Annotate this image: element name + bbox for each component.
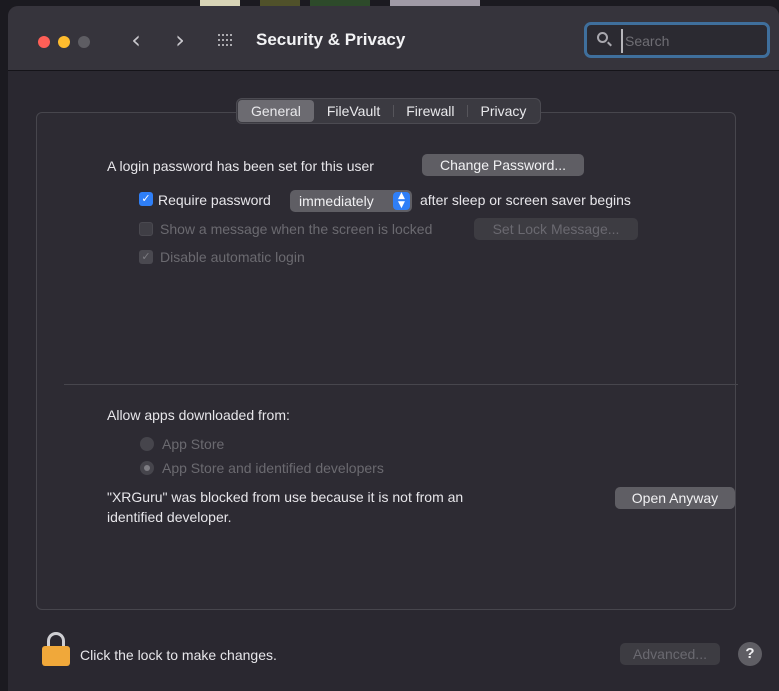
chevron-right-icon[interactable]: ›: [168, 28, 192, 54]
search-field[interactable]: [584, 22, 770, 58]
search-input[interactable]: [621, 29, 767, 53]
after-sleep-text: after sleep or screen saver begins: [420, 192, 631, 208]
require-password-select[interactable]: immediately ▲ ▼: [290, 190, 412, 212]
show-message-label: Show a message when the screen is locked: [160, 221, 433, 237]
require-password-label: Require password: [158, 192, 271, 208]
blocked-message-line1: "XRGuru" was blocked from use because it…: [107, 489, 464, 505]
help-icon[interactable]: ?: [738, 642, 762, 666]
open-anyway-button[interactable]: Open Anyway: [615, 487, 735, 509]
tab-firewall[interactable]: Firewall: [393, 100, 467, 122]
select-value: immediately: [299, 193, 374, 209]
radio-app-store[interactable]: [140, 437, 154, 451]
section-divider: [64, 384, 738, 385]
security-privacy-window: ‹ › Security & Privacy General FileVault…: [8, 6, 779, 691]
lock-icon[interactable]: [42, 632, 70, 666]
login-password-text: A login password has been set for this u…: [107, 158, 374, 174]
close-button[interactable]: [38, 36, 50, 48]
window-title: Security & Privacy: [256, 30, 406, 49]
require-password-checkbox[interactable]: ✓: [139, 192, 153, 206]
zoom-button[interactable]: [78, 36, 90, 48]
set-lock-message-button[interactable]: Set Lock Message...: [474, 218, 638, 240]
chevron-updown-icon: ▲ ▼: [393, 192, 410, 210]
change-password-button[interactable]: Change Password...: [422, 154, 584, 176]
tab-bar: General FileVault Firewall Privacy: [236, 98, 542, 124]
show-message-checkbox[interactable]: [139, 222, 153, 236]
chevron-left-icon[interactable]: ‹: [124, 28, 148, 54]
tab-privacy[interactable]: Privacy: [467, 100, 539, 122]
advanced-button[interactable]: Advanced...: [620, 643, 720, 665]
grid-icon[interactable]: [218, 34, 234, 48]
radio-identified-developers-label: App Store and identified developers: [162, 460, 384, 476]
search-icon: [597, 32, 608, 43]
allow-apps-heading: Allow apps downloaded from:: [107, 407, 290, 423]
tab-general[interactable]: General: [238, 100, 314, 122]
minimize-button[interactable]: [58, 36, 70, 48]
tab-filevault[interactable]: FileVault: [314, 100, 393, 122]
title-bar: ‹ › Security & Privacy: [8, 6, 779, 71]
lock-text: Click the lock to make changes.: [80, 647, 277, 663]
radio-app-store-label: App Store: [162, 436, 225, 452]
disable-auto-login-label: Disable automatic login: [160, 249, 305, 265]
blocked-message-line2: identified developer.: [107, 509, 232, 525]
disable-auto-login-checkbox[interactable]: ✓: [139, 250, 153, 264]
radio-identified-developers[interactable]: [140, 461, 154, 475]
content-panel: [36, 112, 736, 610]
